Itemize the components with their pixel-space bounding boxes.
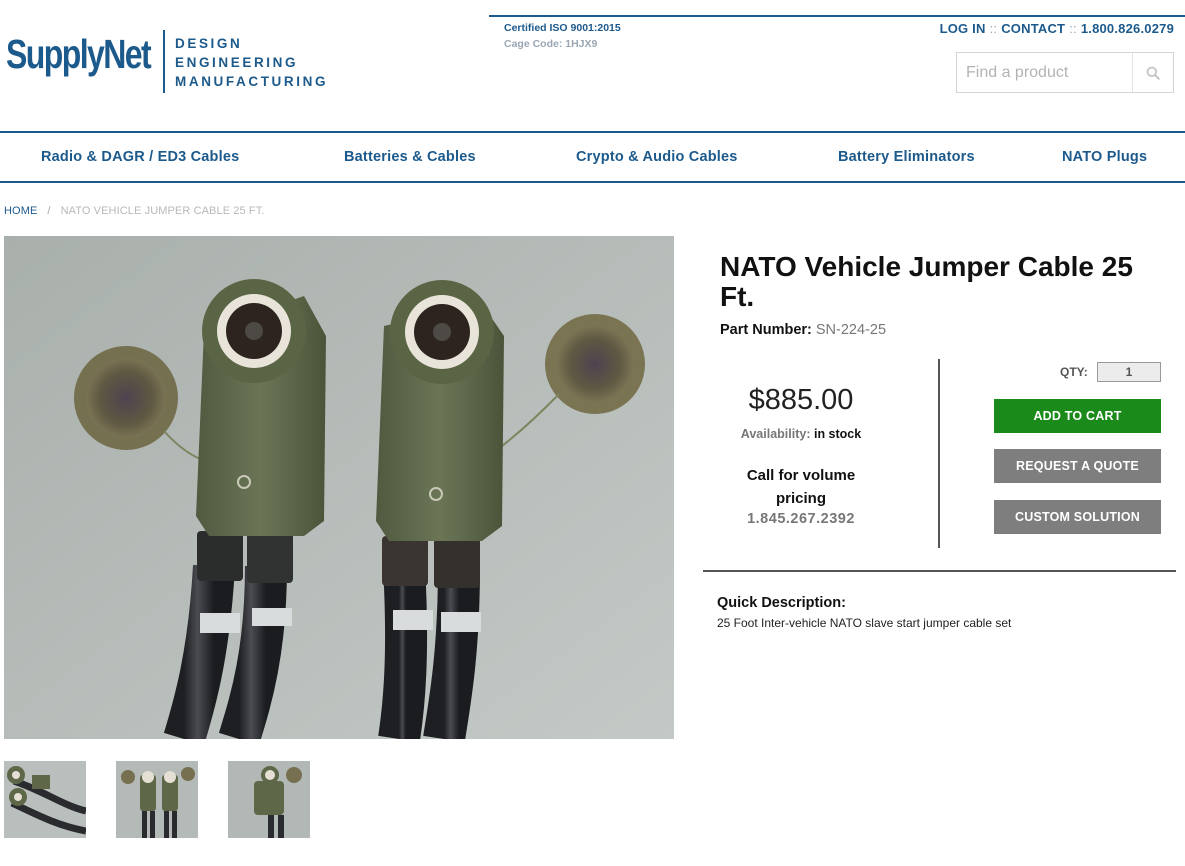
- iso-certification: Certified ISO 9001:2015: [504, 22, 621, 34]
- availability-label: Availability:: [740, 427, 811, 441]
- contact-link[interactable]: CONTACT: [1001, 21, 1065, 36]
- tagline: DESIGN ENGINEERING MANUFACTURING: [175, 34, 328, 91]
- product-title: NATO Vehicle Jumper Cable 25 Ft.: [720, 251, 1133, 312]
- logo-divider: [163, 30, 165, 93]
- nav-item-crypto-audio-cables[interactable]: Crypto & Audio Cables: [576, 149, 738, 165]
- part-number: Part Number: SN-224-25: [720, 322, 886, 338]
- product-thumbnail[interactable]: [228, 761, 310, 838]
- phone-link[interactable]: 1.800.826.0279: [1081, 21, 1174, 36]
- breadcrumb-separator: /: [47, 205, 51, 217]
- nav-item-battery-eliminators[interactable]: Battery Eliminators: [838, 149, 975, 165]
- product-price: $885.00: [748, 384, 854, 416]
- purchase-divider: [938, 359, 940, 548]
- quick-description-text: 25 Foot Inter-vehicle NATO slave start j…: [717, 616, 1012, 630]
- link-separator: ::: [1069, 21, 1077, 36]
- availability: Availability: in stock: [720, 427, 882, 441]
- add-to-cart-button[interactable]: ADD TO CART: [994, 399, 1161, 433]
- qty-label: QTY:: [1060, 365, 1088, 379]
- nav-item-nato-plugs[interactable]: NATO Plugs: [1062, 149, 1147, 165]
- nav-item-radio-dagr-cables[interactable]: Radio & DAGR / ED3 Cables: [41, 149, 239, 165]
- volume-pricing-phone[interactable]: 1.845.267.2392: [720, 511, 882, 527]
- login-link[interactable]: LOG IN: [940, 21, 986, 36]
- search-input[interactable]: [957, 53, 1132, 92]
- breadcrumb-current: NATO VEHICLE JUMPER CABLE 25 FT.: [60, 205, 265, 217]
- main-nav: Radio & DAGR / ED3 Cables Batteries & Ca…: [0, 131, 1185, 183]
- breadcrumb: HOME / NATO VEHICLE JUMPER CABLE 25 FT.: [4, 205, 264, 217]
- part-number-value: SN-224-25: [815, 322, 887, 338]
- top-links: LOG IN:: CONTACT:: 1.800.826.0279: [940, 21, 1174, 36]
- cage-code: Cage Code: 1HJX9: [504, 38, 598, 50]
- certification-info: Certified ISO 9001:2015 Cage Code: 1HJX9: [504, 20, 621, 52]
- volume-pricing-text: Call for volume pricing: [746, 467, 856, 507]
- search-box: [956, 52, 1174, 93]
- tagline-line: DESIGN: [175, 36, 243, 51]
- logo[interactable]: SupplyNet: [6, 34, 152, 75]
- search-icon: [1146, 66, 1160, 80]
- custom-solution-button[interactable]: CUSTOM SOLUTION: [994, 500, 1161, 534]
- header-top-rule: [489, 15, 1185, 17]
- product-thumbnail[interactable]: [116, 761, 198, 838]
- product-thumbnail[interactable]: [4, 761, 86, 838]
- qty-input[interactable]: [1097, 362, 1161, 382]
- tagline-line: ENGINEERING: [175, 55, 299, 70]
- tagline-line: MANUFACTURING: [175, 74, 329, 89]
- availability-value: in stock: [813, 427, 862, 441]
- breadcrumb-home[interactable]: HOME: [4, 205, 37, 217]
- nav-item-batteries-cables[interactable]: Batteries & Cables: [344, 149, 476, 165]
- description-divider: [703, 570, 1176, 572]
- product-main-image[interactable]: [4, 236, 674, 739]
- request-quote-button[interactable]: REQUEST A QUOTE: [994, 449, 1161, 483]
- quick-description-title: Quick Description:: [717, 595, 846, 611]
- search-button[interactable]: [1132, 53, 1173, 92]
- link-separator: ::: [989, 21, 998, 36]
- part-number-label: Part Number:: [720, 322, 812, 338]
